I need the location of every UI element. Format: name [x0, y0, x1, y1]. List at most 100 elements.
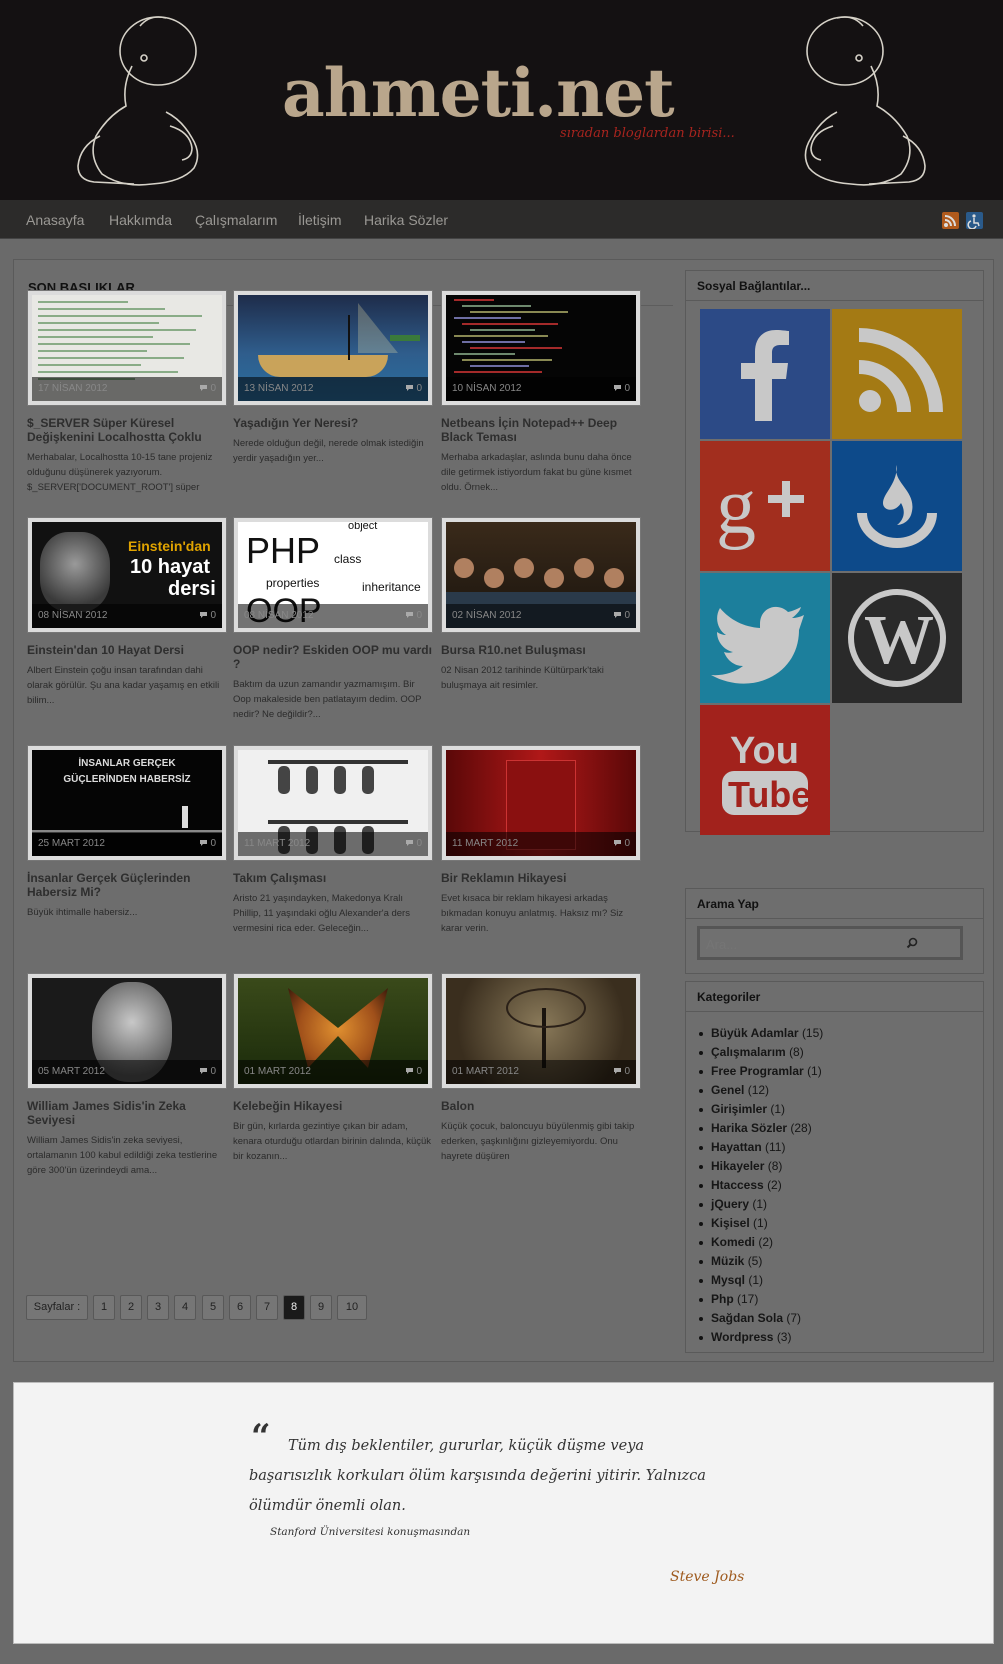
- nav-item-calismalarim[interactable]: Çalışmalarım: [195, 212, 277, 228]
- category-link[interactable]: Genel: [711, 1083, 744, 1097]
- category-link[interactable]: Komedi: [711, 1235, 755, 1249]
- quote-author[interactable]: Steve Jobs: [670, 1569, 744, 1585]
- post-title[interactable]: Takım Çalışması: [233, 871, 433, 885]
- comment-count-value: 0: [210, 1066, 216, 1077]
- post-title[interactable]: Einstein'dan 10 Hayat Dersi: [27, 643, 227, 657]
- page-link-5[interactable]: 5: [202, 1295, 224, 1320]
- page-link-6[interactable]: 6: [229, 1295, 251, 1320]
- post-thumbnail[interactable]: 10 NİSAN 2012 0: [441, 290, 641, 406]
- page-link-7[interactable]: 7: [256, 1295, 278, 1320]
- facebook-icon[interactable]: [700, 309, 830, 439]
- post-title[interactable]: Bir Reklamın Hikayesi: [441, 871, 641, 885]
- post-date: 01 MART 2012: [452, 1066, 519, 1077]
- page-link-1[interactable]: 1: [93, 1295, 115, 1320]
- rss-icon[interactable]: [832, 309, 962, 439]
- post-card: 01 MART 2012 0 Kelebeğin Hikayesi Bir gün, …: [233, 973, 433, 1164]
- post-title[interactable]: Netbeans İçin Notepad++ Deep Black Temas…: [441, 416, 641, 444]
- post-meta-bar: 02 NİSAN 2012 0: [446, 604, 636, 628]
- page-link-2[interactable]: 2: [120, 1295, 142, 1320]
- twitter-icon[interactable]: [700, 573, 830, 703]
- category-link[interactable]: Sağdan Sola: [711, 1311, 783, 1325]
- wordpress-icon[interactable]: W: [832, 573, 962, 703]
- category-link[interactable]: Harika Sözler: [711, 1121, 787, 1135]
- post-thumbnail[interactable]: PHPobjectclasspropertiesinheritanceOOP08…: [233, 517, 433, 633]
- post-thumbnail[interactable]: 17 NİSAN 2012 0: [27, 290, 227, 406]
- page-link-3[interactable]: 3: [147, 1295, 169, 1320]
- post-meta-bar: 13 NİSAN 2012 0: [238, 377, 428, 401]
- category-link[interactable]: Mysql: [711, 1273, 745, 1287]
- post-title[interactable]: Bursa R10.net Buluşması: [441, 643, 641, 657]
- post-thumbnail[interactable]: 11 MART 2012 0: [233, 745, 433, 861]
- category-item: Müzik (5): [699, 1252, 983, 1271]
- page-link-10[interactable]: 10: [337, 1295, 367, 1320]
- post-title[interactable]: $_SERVER Süper Küresel Değişkenini Local…: [27, 416, 227, 444]
- nav-item-hakkimda[interactable]: Hakkımda: [109, 212, 172, 228]
- nav-item-harika-sozler[interactable]: Harika Sözler: [364, 212, 448, 228]
- post-thumbnail[interactable]: Einstein'dan 10 hayat dersi 08 NİSAN 2012 0: [27, 517, 227, 633]
- google-plus-icon[interactable]: g: [700, 441, 830, 571]
- post-title[interactable]: William James Sidis'in Zeka Seviyesi: [27, 1099, 227, 1127]
- kid-mascot-icon: [804, 16, 926, 186]
- category-count: (15): [801, 1026, 824, 1040]
- category-link[interactable]: Hikayeler: [711, 1159, 764, 1173]
- page-link-8[interactable]: 8: [283, 1295, 305, 1320]
- post-meta-bar: 01 MART 2012 0: [238, 1060, 428, 1084]
- category-item: Kişisel (1): [699, 1214, 983, 1233]
- search-input[interactable]: [706, 934, 906, 954]
- category-link[interactable]: jQuery: [711, 1197, 749, 1211]
- category-item: Htaccess (2): [699, 1176, 983, 1195]
- category-link[interactable]: Hayattan: [711, 1140, 762, 1154]
- category-link[interactable]: Müzik: [711, 1254, 744, 1268]
- post-date: 02 NİSAN 2012: [452, 610, 522, 621]
- comment-count: 0: [199, 832, 216, 856]
- post-card: 02 NİSAN 2012 0 Bursa R10.net Buluşması 02 …: [441, 517, 641, 693]
- category-item: Wordpress (3): [699, 1328, 983, 1347]
- category-link[interactable]: Kişisel: [711, 1216, 750, 1230]
- post-title[interactable]: OOP nedir? Eskiden OOP mu vardı ?: [233, 643, 433, 671]
- post-thumbnail[interactable]: 13 NİSAN 2012 0: [233, 290, 433, 406]
- post-excerpt: Evet kısaca bir reklam hikayesi arkadaş …: [441, 893, 624, 934]
- post-date: 13 NİSAN 2012: [244, 383, 314, 394]
- post-thumbnail[interactable]: 11 MART 2012 0: [441, 745, 641, 861]
- rss-icon[interactable]: [942, 212, 959, 229]
- post-date: 17 NİSAN 2012: [38, 383, 108, 394]
- site-logo[interactable]: ahmeti.net: [282, 58, 675, 128]
- accessibility-icon[interactable]: [966, 212, 983, 230]
- post-title[interactable]: Kelebeğin Hikayesi: [233, 1099, 433, 1113]
- page-link-4[interactable]: 4: [174, 1295, 196, 1320]
- post-thumbnail[interactable]: 05 MART 2012 0: [27, 973, 227, 1089]
- post-excerpt: Aristo 21 yaşındayken, Makedonya Kralı P…: [233, 893, 410, 934]
- post-date: 08 NİSAN 2012: [244, 610, 314, 621]
- post-meta-bar: 08 NİSAN 2012 0: [32, 604, 222, 628]
- nav-item-iletisim[interactable]: İletişim: [298, 212, 342, 228]
- main-area: SON BAŞLIKLAR 17 NİSAN 2012 0 $_SERVER Süp…: [13, 259, 994, 1362]
- post-thumbnail[interactable]: 02 NİSAN 2012 0: [441, 517, 641, 633]
- post-title[interactable]: İnsanlar Gerçek Güçlerinden Habersiz Mi?: [27, 871, 227, 899]
- search-icon[interactable]: [906, 937, 918, 949]
- category-link[interactable]: Php: [711, 1292, 734, 1306]
- comment-count: 0: [199, 1060, 216, 1084]
- post-thumbnail[interactable]: 01 MART 2012 0: [441, 973, 641, 1089]
- post-thumbnail[interactable]: 01 MART 2012 0: [233, 973, 433, 1089]
- comment-count: 0: [613, 1060, 630, 1084]
- post-date: 11 MART 2012: [452, 838, 519, 849]
- feedburner-icon[interactable]: [832, 441, 962, 571]
- category-link[interactable]: Wordpress: [711, 1330, 773, 1344]
- page-link-9[interactable]: 9: [310, 1295, 332, 1320]
- category-link[interactable]: Büyük Adamlar: [711, 1026, 799, 1040]
- nav-item-anasayfa[interactable]: Anasayfa: [26, 212, 84, 228]
- post-title[interactable]: Yaşadığın Yer Neresi?: [233, 416, 433, 430]
- comment-icon: [614, 840, 622, 846]
- post-excerpt: William James Sidis'in zeka seviyesi, or…: [27, 1135, 218, 1176]
- category-count: (1): [748, 1273, 764, 1287]
- category-link[interactable]: Htaccess: [711, 1178, 764, 1192]
- post-title[interactable]: Balon: [441, 1099, 641, 1113]
- category-item: Girişimler (1): [699, 1100, 983, 1119]
- comment-icon: [200, 840, 208, 846]
- category-link[interactable]: Çalışmalarım: [711, 1045, 786, 1059]
- youtube-icon[interactable]: You Tube: [700, 705, 830, 835]
- category-link[interactable]: Girişimler: [711, 1102, 767, 1116]
- post-card: 13 NİSAN 2012 0 Yaşadığın Yer Neresi? Nered…: [233, 290, 433, 466]
- category-link[interactable]: Free Programlar: [711, 1064, 804, 1078]
- post-thumbnail[interactable]: İNSANLAR GERÇEK GÜÇLERİNDEN HABERSİZ 25 MA…: [27, 745, 227, 861]
